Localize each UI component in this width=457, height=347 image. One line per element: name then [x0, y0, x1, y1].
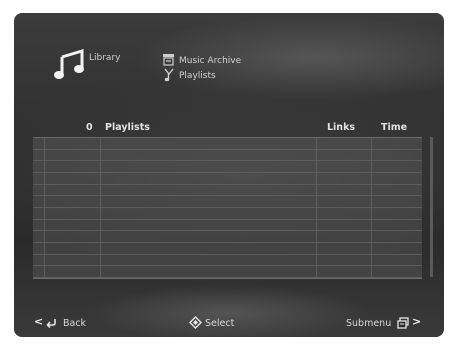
table-row[interactable] — [33, 138, 422, 150]
table-row[interactable] — [33, 173, 422, 185]
submenu-button[interactable]: Submenu — [346, 318, 391, 329]
playlist-icon — [164, 68, 174, 82]
table-row[interactable] — [33, 150, 422, 162]
column-title: Playlists — [105, 122, 150, 133]
library-label: Library — [89, 53, 121, 63]
submenu-icon[interactable] — [397, 317, 409, 329]
playlists-breadcrumb: Playlists — [179, 71, 216, 81]
table-row[interactable] — [33, 185, 422, 197]
tv-frame: Library Music Archive Playlists 0 Playli… — [0, 0, 457, 347]
archive-icon — [163, 54, 174, 66]
media-screen: Library Music Archive Playlists 0 Playli… — [14, 13, 444, 337]
column-time[interactable]: Time — [381, 122, 407, 133]
table-row[interactable] — [33, 243, 422, 255]
column-links[interactable]: Links — [327, 122, 355, 133]
select-button[interactable]: Select — [205, 318, 234, 329]
left-chevron-icon[interactable]: < — [34, 315, 43, 328]
table-row[interactable] — [33, 208, 422, 220]
table-row[interactable] — [33, 255, 422, 267]
back-arrow-icon[interactable] — [46, 317, 58, 328]
right-chevron-icon[interactable]: > — [412, 315, 421, 328]
table-row[interactable] — [33, 231, 422, 243]
scrollbar[interactable] — [430, 137, 433, 277]
select-diamond-icon[interactable] — [189, 316, 202, 329]
table-row[interactable] — [33, 220, 422, 232]
table-row[interactable] — [33, 161, 422, 173]
music-archive-label: Music Archive — [179, 56, 242, 66]
table-row[interactable] — [33, 266, 422, 278]
playlist-table[interactable] — [33, 137, 422, 279]
table-row[interactable] — [33, 196, 422, 208]
back-button[interactable]: Back — [63, 318, 86, 329]
playlist-count: 0 — [86, 122, 93, 133]
music-note-icon — [54, 48, 84, 79]
